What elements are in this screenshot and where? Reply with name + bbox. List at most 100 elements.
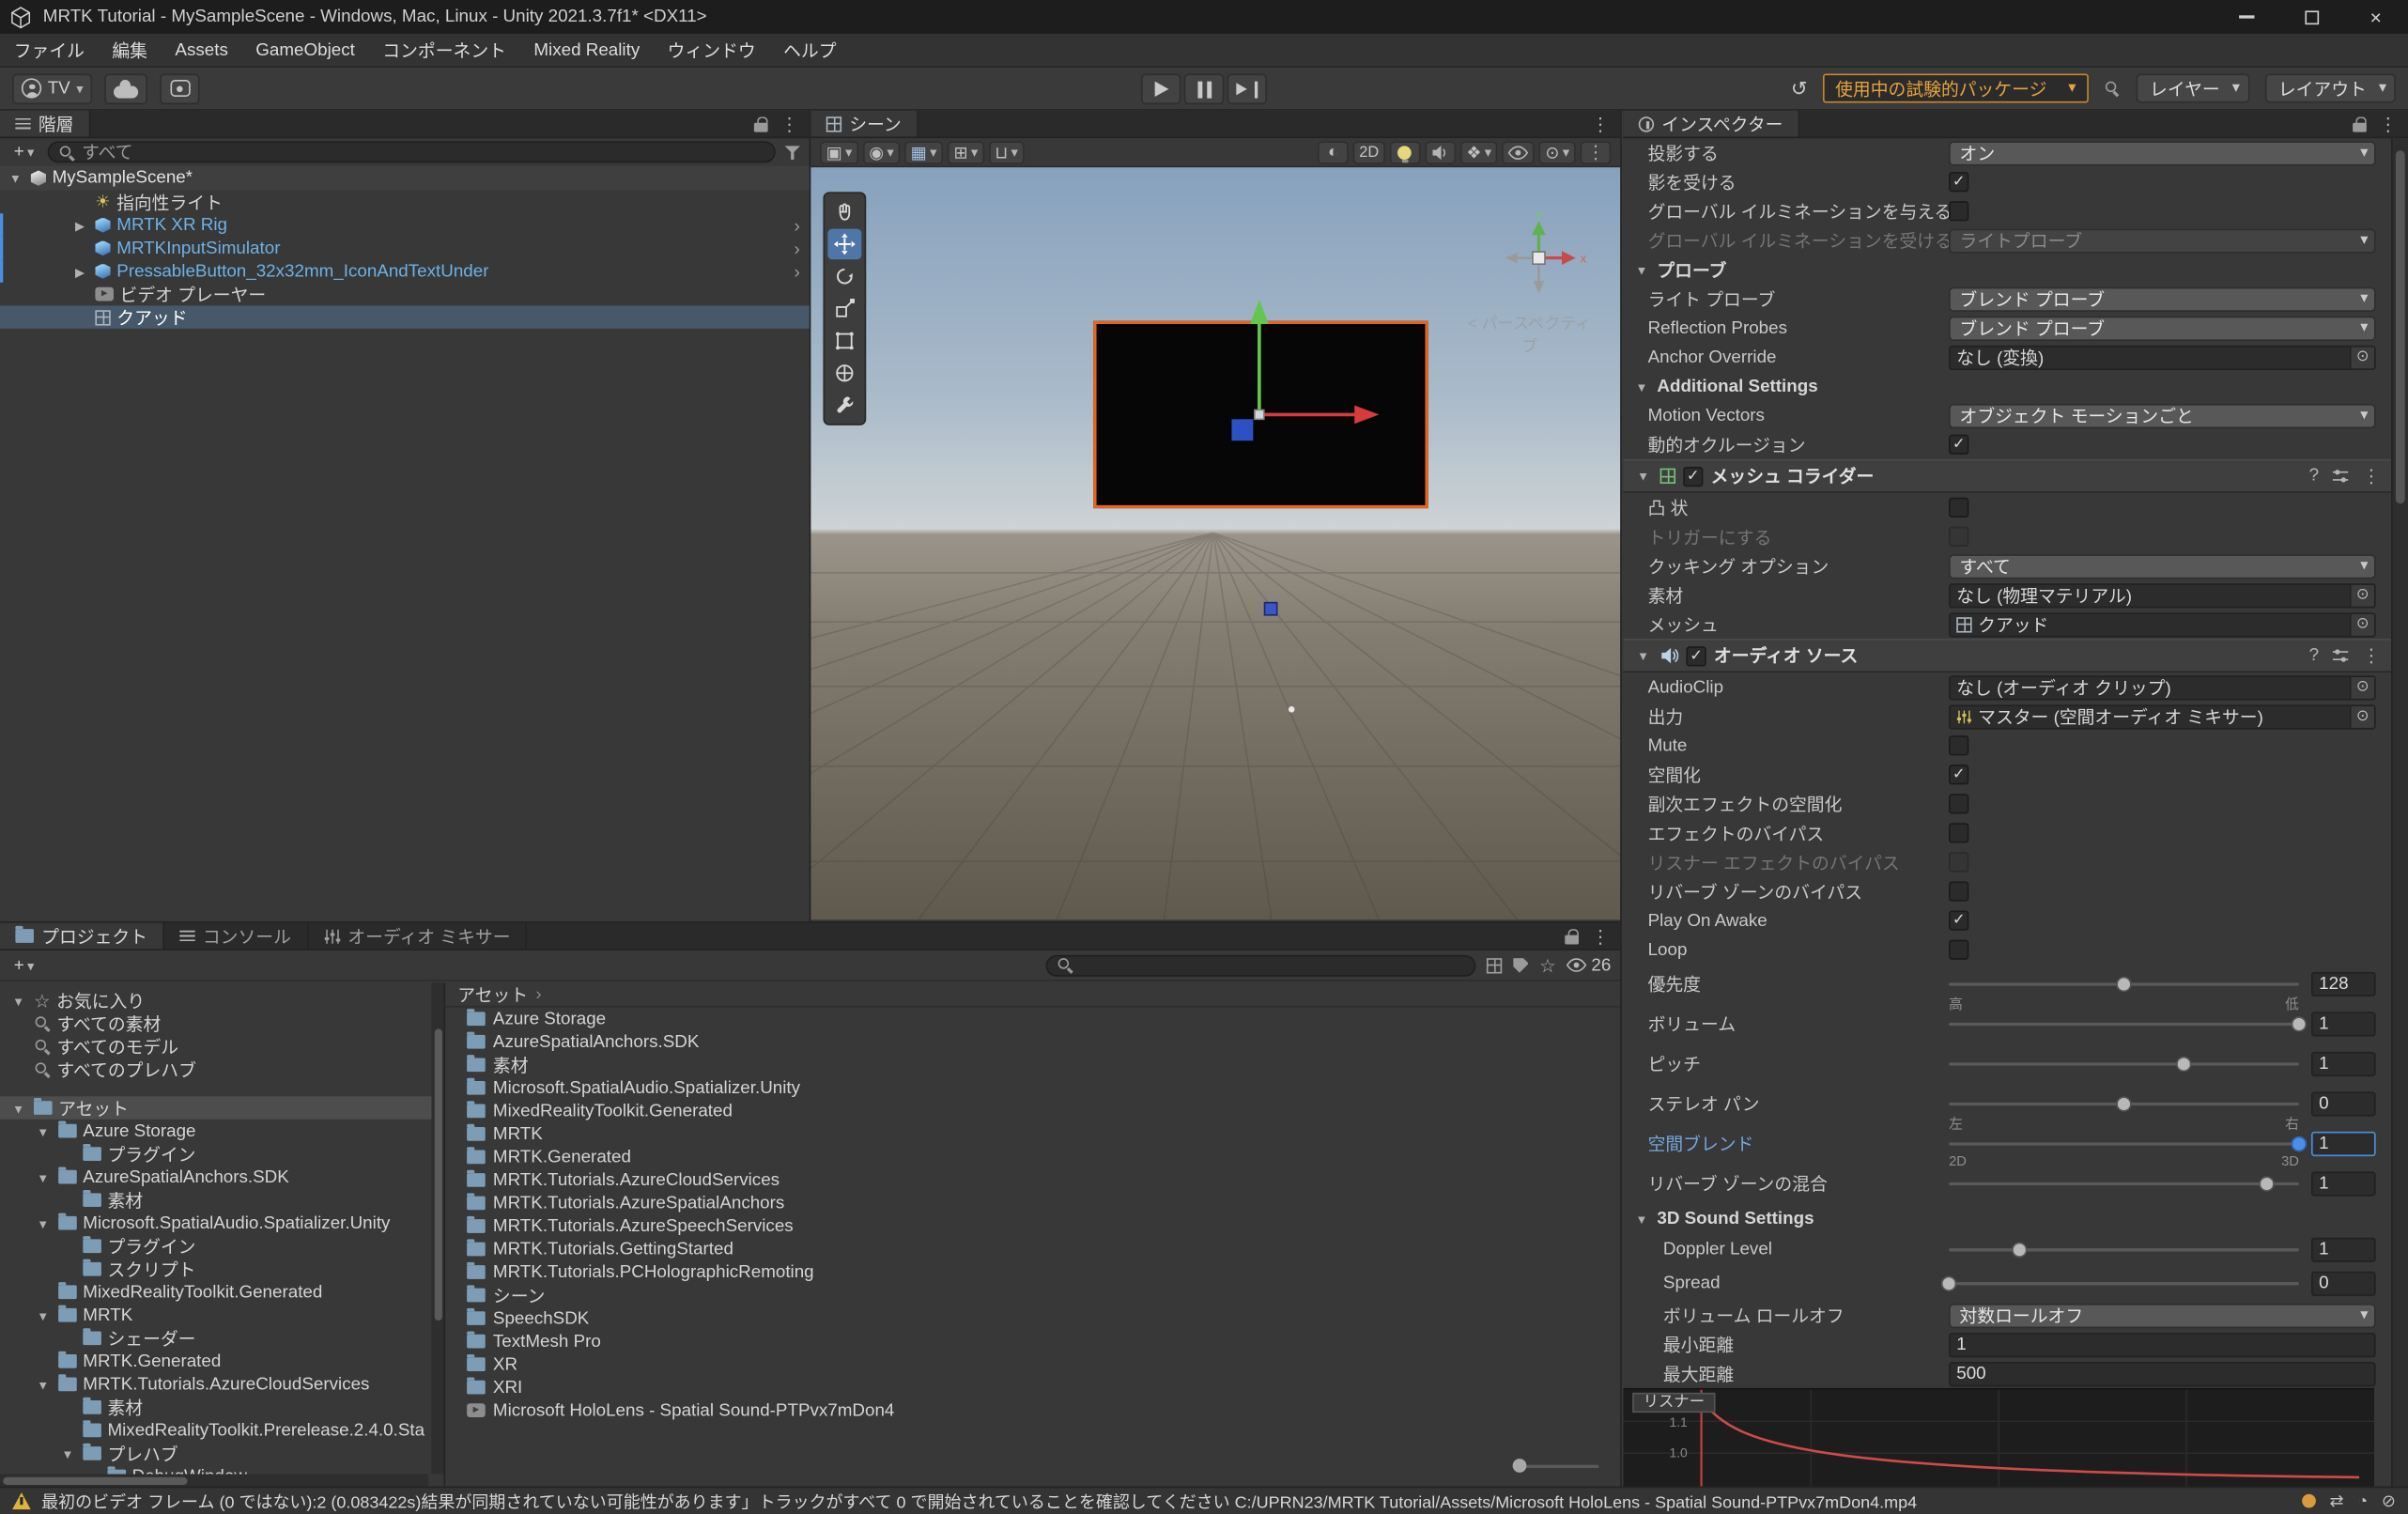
stereo-pan-value[interactable]: 0 — [2311, 1091, 2376, 1116]
audio-source-gizmo[interactable] — [1264, 602, 1278, 616]
search-by-type-icon[interactable] — [1488, 957, 1503, 972]
loop-checkbox[interactable] — [1949, 940, 1968, 960]
spatial-blend-slider[interactable]: 2D3D — [1949, 1132, 2299, 1156]
panel-menu-icon[interactable] — [780, 113, 799, 134]
cooking-options-dropdown[interactable]: すべて — [1949, 553, 2376, 578]
asset-folder-row[interactable]: 素材 — [445, 1054, 1620, 1077]
layout-dropdown[interactable]: レイアウト — [2264, 73, 2396, 102]
favorite-search-item[interactable]: すべての素材 — [0, 1012, 444, 1035]
collab-button[interactable] — [160, 73, 200, 104]
object-picker-icon[interactable] — [2350, 705, 2374, 727]
tree-item[interactable]: Microsoft.SpatialAudio.Spatializer.Unity — [0, 1212, 444, 1235]
foldout-icon[interactable] — [34, 1213, 53, 1232]
convex-checkbox[interactable] — [1949, 498, 1968, 518]
menu-item[interactable]: コンポーネント — [369, 34, 520, 66]
menu-item[interactable]: Mixed Reality — [520, 34, 654, 66]
snap-increment-dropdown[interactable]: ⊔ — [989, 141, 1025, 164]
asset-folder-row[interactable]: MRTK.Tutorials.AzureSpeechServices — [445, 1214, 1620, 1238]
menu-item[interactable]: 編集 — [99, 34, 162, 66]
camera-view-dropdown[interactable]: ◉ — [863, 141, 900, 164]
menu-item[interactable]: ヘルプ — [769, 34, 850, 66]
breadcrumb-item[interactable]: アセット — [457, 982, 528, 1006]
hierarchy-item-mrtk-input-simulator[interactable]: MRTKInputSimulator — [0, 237, 810, 260]
reflection-probes-dropdown[interactable]: ブレンド プローブ — [1949, 316, 2376, 340]
search-by-label-icon[interactable] — [1513, 957, 1528, 972]
mesh-collider-header[interactable]: メッシュ コライダー ? — [1623, 459, 2391, 493]
foldout-icon[interactable] — [34, 1167, 53, 1186]
asset-folder-row[interactable]: MixedRealityToolkit.Generated — [445, 1100, 1620, 1123]
physic-material-field[interactable]: なし (物理マテリアル) — [1949, 582, 2376, 607]
hierarchy-item-pressable-button[interactable]: PressableButton_32x32mm_IconAndTextUnder — [0, 259, 810, 283]
bypass-reverb-checkbox[interactable] — [1949, 881, 1968, 901]
perspective-label[interactable]: < パースペクティブ — [1460, 312, 1598, 358]
asset-folder-row[interactable]: Microsoft.SpatialAudio.Spatializer.Unity — [445, 1076, 1620, 1100]
activity-icon[interactable] — [2302, 1494, 2316, 1508]
object-picker-icon[interactable] — [2350, 613, 2374, 635]
object-picker-icon[interactable] — [2350, 676, 2374, 698]
menu-item[interactable]: Assets — [162, 34, 242, 66]
draw-mode-button[interactable]: ◐ — [1318, 141, 1349, 164]
mesh-field[interactable]: クアッド — [1949, 612, 2376, 637]
additional-settings-foldout[interactable]: Additional Settings — [1623, 372, 2391, 401]
orientation-gizmo[interactable]: y x — [1489, 208, 1590, 309]
foldout-icon[interactable] — [1634, 646, 1653, 665]
project-search-input[interactable] — [1046, 954, 1476, 976]
pitch-slider[interactable] — [1949, 1052, 2299, 1076]
tree-item[interactable]: MRTK.Generated — [0, 1350, 444, 1373]
panel-menu-icon[interactable] — [1591, 113, 1610, 134]
asset-folder-row[interactable]: MRTK.Tutorials.AzureSpatialAnchors — [445, 1192, 1620, 1215]
scene-viewport[interactable]: y x < パースペクティブ — [810, 167, 1620, 919]
scale-tool-button[interactable] — [827, 293, 861, 324]
pitch-value[interactable]: 1 — [2311, 1052, 2376, 1076]
lock-icon[interactable] — [1565, 928, 1579, 943]
tree-item[interactable]: プレハブ — [0, 1442, 444, 1465]
favorite-search-item[interactable]: すべてのモデル — [0, 1035, 444, 1058]
stereo-pan-slider[interactable]: 左右 — [1949, 1091, 2299, 1116]
visibility-button[interactable] — [1503, 141, 1535, 164]
menu-item[interactable]: ファイル — [0, 34, 99, 66]
asset-folder-row[interactable]: XR — [445, 1352, 1620, 1376]
maximize-button[interactable] — [2279, 0, 2344, 34]
priority-slider[interactable]: 高低 — [1949, 972, 2299, 996]
sync-icon[interactable]: ⇄ — [2329, 1491, 2343, 1510]
lock-icon[interactable] — [754, 116, 768, 131]
tree-item[interactable]: スクリプト — [0, 1258, 444, 1281]
receive-shadows-checkbox[interactable] — [1949, 172, 1968, 192]
tab-project[interactable]: プロジェクト — [0, 923, 164, 950]
probes-foldout[interactable]: プローブ — [1623, 255, 2391, 284]
foldout-icon[interactable] — [70, 262, 89, 281]
panel-menu-icon[interactable] — [2379, 113, 2398, 134]
cast-shadows-dropdown[interactable]: オン — [1949, 141, 2376, 165]
progress-icon[interactable]: ◔ — [2357, 1491, 2368, 1510]
open-prefab-icon[interactable] — [794, 238, 800, 259]
volume-value[interactable]: 1 — [2311, 1012, 2376, 1036]
object-picker-icon[interactable] — [2350, 347, 2374, 368]
motion-vectors-dropdown[interactable]: オブジェクト モーションごと — [1949, 403, 2376, 427]
hierarchy-item-quad[interactable]: クアッド — [0, 305, 810, 329]
tab-hierarchy[interactable]: 階層 — [0, 111, 90, 137]
layers-dropdown[interactable]: レイヤー — [2136, 73, 2248, 102]
custom-tool-button[interactable] — [827, 390, 861, 421]
bypass-effects-checkbox[interactable] — [1949, 823, 1968, 842]
snap-settings-dropdown[interactable]: ⊞ — [948, 141, 984, 164]
audioclip-field[interactable]: なし (オーディオ クリップ) — [1949, 675, 2376, 700]
component-enabled-checkbox[interactable] — [1686, 645, 1706, 665]
account-dropdown[interactable]: TV — [12, 73, 92, 104]
transform-tool-button[interactable] — [827, 358, 861, 389]
view-pan-tool-button[interactable] — [827, 196, 861, 227]
help-icon[interactable]: ? — [2309, 467, 2319, 486]
lock-icon[interactable] — [2353, 116, 2367, 131]
undo-history-icon[interactable] — [1791, 76, 1808, 100]
2d-toggle-button[interactable]: 2D — [1353, 141, 1385, 164]
save-search-icon[interactable] — [1539, 954, 1556, 976]
cloud-services-button[interactable] — [105, 73, 148, 104]
scene-more-menu[interactable] — [1581, 141, 1612, 164]
listener-chip[interactable]: リスナー — [1632, 1393, 1715, 1413]
scene-audio-button[interactable] — [1425, 141, 1456, 164]
thumbnail-zoom-slider[interactable] — [1513, 1459, 1599, 1474]
foldout-icon[interactable] — [58, 1444, 77, 1463]
panel-menu-icon[interactable] — [1591, 925, 1610, 947]
volume-slider[interactable] — [1949, 1012, 2299, 1036]
asset-video-row[interactable]: Microsoft HoloLens - Spatial Sound-PTPvx… — [445, 1398, 1620, 1422]
asset-folder-row[interactable]: AzureSpatialAnchors.SDK — [445, 1030, 1620, 1054]
